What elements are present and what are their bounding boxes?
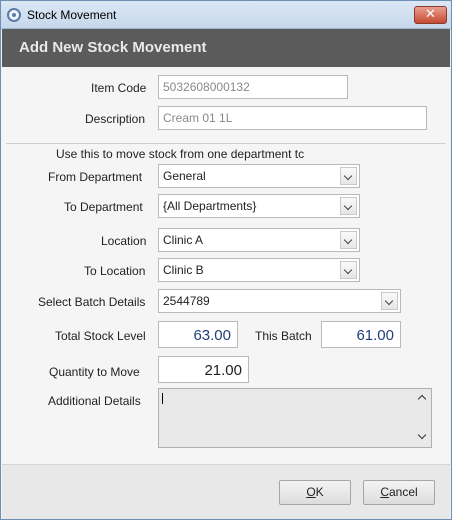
additional-details-textarea[interactable]	[158, 388, 432, 448]
chevron-down-icon[interactable]	[340, 231, 357, 249]
total-stock-label: Total Stock Level	[55, 329, 146, 343]
hint-text: Use this to move stock from one departme…	[56, 147, 305, 161]
location-dropdown[interactable]: Clinic A	[158, 228, 360, 252]
divider	[6, 143, 446, 144]
from-department-dropdown[interactable]: General	[158, 164, 360, 188]
description-label: Description	[85, 112, 146, 126]
close-button[interactable]: ✕	[414, 6, 447, 24]
this-batch-field[interactable]: 61.00	[321, 321, 401, 348]
quantity-field[interactable]: 21.00	[158, 356, 249, 383]
description-field[interactable]: Cream 01 1L	[158, 106, 427, 130]
batch-label: Select Batch Details	[38, 295, 146, 309]
batch-dropdown[interactable]: 2544789	[158, 289, 401, 313]
title-bar: Stock Movement ✕	[1, 1, 451, 29]
to-department-label: To Department	[64, 200, 143, 214]
to-location-value: Clinic B	[163, 263, 204, 277]
from-department-label: From Department	[48, 170, 143, 184]
cancel-button[interactable]: Cancel	[363, 480, 435, 505]
chevron-down-icon[interactable]	[340, 167, 357, 185]
ok-label-rest: K	[315, 485, 324, 499]
from-department-value: General	[163, 169, 206, 183]
chevron-up-icon[interactable]	[417, 394, 427, 404]
item-code-field[interactable]: 5032608000132	[158, 75, 348, 99]
text-caret	[162, 393, 163, 404]
stock-movement-window: Stock Movement ✕ Add New Stock Movement …	[0, 0, 452, 520]
this-batch-label: This Batch	[255, 329, 312, 343]
location-label: Location	[101, 234, 147, 248]
ok-button[interactable]: OK	[279, 480, 351, 505]
to-department-value: {All Departments}	[163, 199, 257, 213]
close-icon: ✕	[425, 7, 436, 22]
dialog-title: Add New Stock Movement	[19, 39, 207, 56]
quantity-label: Quantity to Move	[49, 365, 140, 379]
to-location-label: To Location	[84, 264, 146, 278]
to-department-dropdown[interactable]: {All Departments}	[158, 194, 360, 218]
item-code-label: Item Code	[91, 81, 147, 95]
location-value: Clinic A	[163, 233, 204, 247]
ok-mnemonic: O	[306, 485, 316, 499]
dialog-footer: OK Cancel	[2, 464, 450, 519]
total-stock-field[interactable]: 63.00	[158, 321, 238, 348]
app-icon	[7, 8, 21, 22]
chevron-down-icon[interactable]	[340, 197, 357, 215]
window-title: Stock Movement	[27, 8, 117, 22]
chevron-down-icon[interactable]	[381, 292, 398, 310]
to-location-dropdown[interactable]: Clinic B	[158, 258, 360, 282]
chevron-down-icon[interactable]	[417, 430, 427, 440]
additional-details-label: Additional Details	[48, 394, 141, 408]
batch-value: 2544789	[163, 294, 210, 308]
chevron-down-icon[interactable]	[340, 261, 357, 279]
cancel-mnemonic: C	[380, 485, 389, 499]
dialog-header: Add New Stock Movement	[2, 29, 450, 67]
cancel-label-rest: ancel	[388, 485, 418, 499]
textarea-scrollbar[interactable]	[416, 390, 430, 446]
